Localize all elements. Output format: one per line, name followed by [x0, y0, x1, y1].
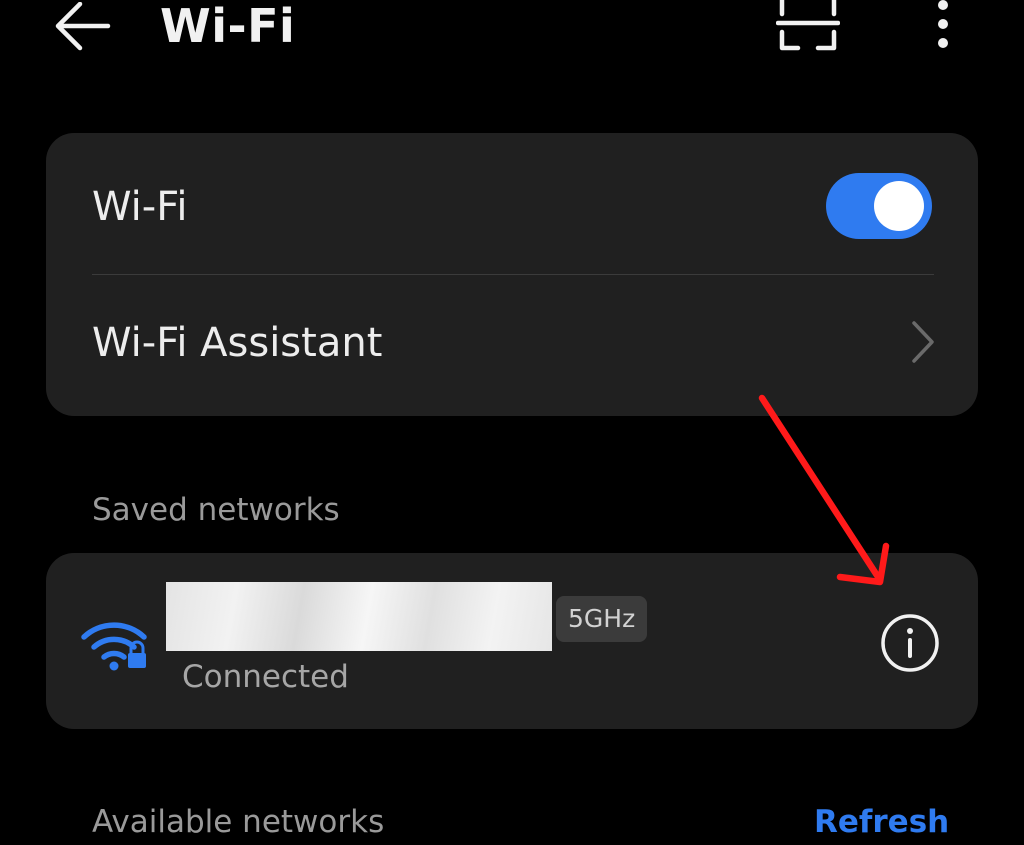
app-bar: Wi-Fi	[0, 0, 1024, 80]
network-status: Connected	[182, 659, 349, 695]
band-badge: 5GHz	[556, 596, 648, 642]
more-dot	[938, 19, 948, 29]
wifi-assistant-row[interactable]: Wi-Fi Assistant	[46, 275, 978, 416]
wifi-assistant-label: Wi-Fi Assistant	[92, 320, 383, 366]
more-dot	[938, 38, 948, 48]
wifi-label: Wi-Fi	[92, 184, 188, 230]
network-name-redacted	[166, 582, 552, 651]
back-button[interactable]	[44, 0, 116, 52]
wifi-toggle-row[interactable]: Wi-Fi	[46, 133, 978, 274]
page-title: Wi-Fi	[160, 0, 296, 53]
saved-networks-heading: Saved networks	[92, 492, 340, 528]
scan-qr-icon	[776, 0, 840, 51]
saved-network-card: 5GHz Connected	[46, 553, 978, 729]
refresh-button[interactable]: Refresh	[814, 802, 949, 842]
wifi-settings-card: Wi-Fi Wi-Fi Assistant	[46, 133, 978, 416]
chevron-right-icon	[912, 321, 934, 363]
more-vertical-icon	[938, 0, 948, 10]
saved-network-item[interactable]: 5GHz Connected	[46, 553, 978, 729]
available-networks-heading: Available networks	[92, 804, 385, 840]
wifi-locked-icon	[81, 622, 147, 671]
network-info-button[interactable]	[878, 611, 942, 675]
scan-button[interactable]	[772, 0, 844, 56]
wifi-toggle-switch[interactable]	[826, 173, 932, 239]
toggle-knob	[874, 181, 924, 231]
back-arrow-icon	[55, 2, 111, 51]
info-icon	[881, 614, 939, 672]
more-options-button[interactable]	[922, 0, 966, 56]
